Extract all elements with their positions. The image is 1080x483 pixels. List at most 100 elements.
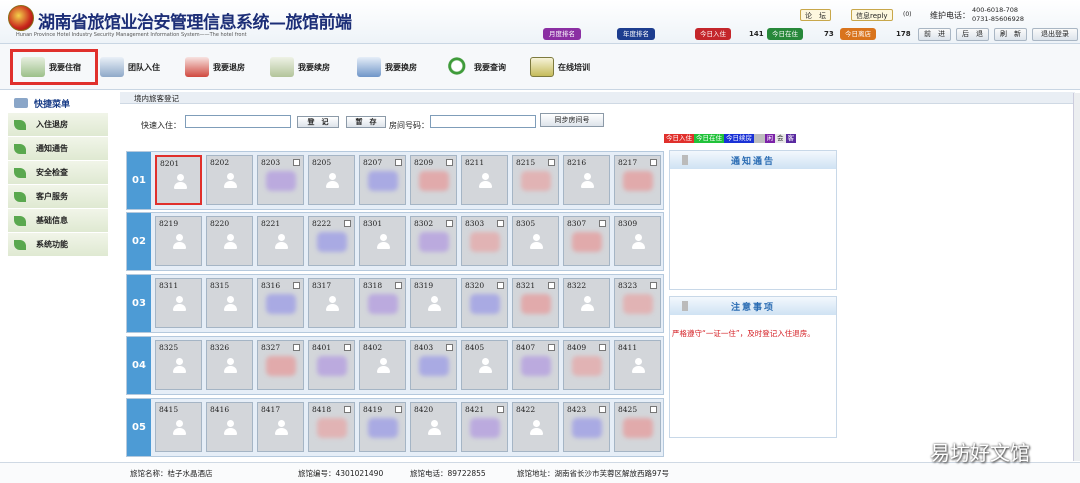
room-checkbox[interactable]: [293, 344, 300, 351]
room-cell[interactable]: 8215: [512, 155, 559, 205]
room-cell[interactable]: 8315: [206, 278, 253, 328]
room-cell[interactable]: 8203: [257, 155, 304, 205]
checkin-tool-button[interactable]: 我要住宿: [10, 49, 98, 85]
training-tool-button[interactable]: 在线培训: [530, 49, 590, 85]
room-cell[interactable]: 8411: [614, 340, 661, 390]
renew-tool-button[interactable]: 我要续房: [270, 49, 330, 85]
vertical-scrollbar[interactable]: [1073, 93, 1080, 461]
room-cell[interactable]: 8301: [359, 216, 406, 266]
room-cell[interactable]: 8417: [257, 402, 304, 452]
room-cell[interactable]: 8317: [308, 278, 355, 328]
room-checkbox[interactable]: [548, 282, 555, 289]
sidebar-item-notices[interactable]: 通知通告: [8, 137, 108, 161]
room-cell[interactable]: 8321: [512, 278, 559, 328]
room-cell[interactable]: 8419: [359, 402, 406, 452]
room-cell[interactable]: 8305: [512, 216, 559, 266]
room-cell[interactable]: 8322: [563, 278, 610, 328]
room-checkbox[interactable]: [650, 159, 657, 166]
group-checkin-tool-button[interactable]: 团队入住: [100, 49, 160, 85]
room-checkbox[interactable]: [344, 406, 351, 413]
room-cell[interactable]: 8205: [308, 155, 355, 205]
room-cell[interactable]: 8316: [257, 278, 304, 328]
room-checkbox[interactable]: [446, 344, 453, 351]
room-cell[interactable]: 8309: [614, 216, 661, 266]
room-checkbox[interactable]: [650, 406, 657, 413]
query-tool-button[interactable]: 我要查询: [446, 49, 506, 85]
room-cell[interactable]: 8216: [563, 155, 610, 205]
room-cell[interactable]: 8209: [410, 155, 457, 205]
room-checkbox[interactable]: [497, 220, 504, 227]
room-cell[interactable]: 8325: [155, 340, 202, 390]
forward-button[interactable]: 前 进: [918, 28, 951, 41]
room-checkbox[interactable]: [548, 344, 555, 351]
room-cell[interactable]: 8326: [206, 340, 253, 390]
quick-checkin-input[interactable]: [185, 115, 291, 128]
room-cell[interactable]: 8202: [206, 155, 253, 205]
room-checkbox[interactable]: [497, 282, 504, 289]
room-checkbox[interactable]: [395, 282, 402, 289]
room-cell[interactable]: 8307: [563, 216, 610, 266]
stage-button[interactable]: 暂 存: [346, 116, 386, 128]
forum-link[interactable]: 论 坛: [800, 9, 831, 21]
sidebar-item-security-check[interactable]: 安全检查: [8, 161, 108, 185]
room-checkbox[interactable]: [497, 406, 504, 413]
messages-link[interactable]: 信息reply: [851, 9, 893, 21]
today-staying-badge[interactable]: 今日在住: [767, 28, 803, 40]
room-cell[interactable]: 8220: [206, 216, 253, 266]
room-cell[interactable]: 8425: [614, 402, 661, 452]
room-checkbox[interactable]: [293, 282, 300, 289]
room-cell[interactable]: 8207: [359, 155, 406, 205]
logout-button[interactable]: 退出登录: [1032, 28, 1078, 41]
room-cell[interactable]: 8401: [308, 340, 355, 390]
year-rank-button[interactable]: 年度排名: [617, 28, 655, 40]
room-cell[interactable]: 8302: [410, 216, 457, 266]
room-cell[interactable]: 8418: [308, 402, 355, 452]
room-checkbox[interactable]: [446, 159, 453, 166]
today-checkout-badge[interactable]: 今日离店: [840, 28, 876, 40]
room-cell[interactable]: 8211: [461, 155, 508, 205]
room-cell[interactable]: 8221: [257, 216, 304, 266]
room-cell[interactable]: 8422: [512, 402, 559, 452]
room-cell[interactable]: 8201: [155, 155, 202, 205]
room-checkbox[interactable]: [650, 282, 657, 289]
room-cell[interactable]: 8318: [359, 278, 406, 328]
register-button[interactable]: 登 记: [297, 116, 339, 128]
room-cell[interactable]: 8407: [512, 340, 559, 390]
room-checkbox[interactable]: [344, 344, 351, 351]
sidebar-item-basic-info[interactable]: 基础信息: [8, 209, 108, 233]
room-cell[interactable]: 8217: [614, 155, 661, 205]
room-cell[interactable]: 8219: [155, 216, 202, 266]
room-cell[interactable]: 8323: [614, 278, 661, 328]
change-room-tool-button[interactable]: 我要换房: [357, 49, 417, 85]
today-checkin-badge[interactable]: 今日入住: [695, 28, 731, 40]
checkout-tool-button[interactable]: 我要退房: [185, 49, 245, 85]
room-checkbox[interactable]: [395, 159, 402, 166]
room-cell[interactable]: 8402: [359, 340, 406, 390]
room-checkbox[interactable]: [548, 159, 555, 166]
sync-room-button[interactable]: 同步房间号: [540, 113, 604, 127]
room-cell[interactable]: 8320: [461, 278, 508, 328]
room-cell[interactable]: 8303: [461, 216, 508, 266]
room-checkbox[interactable]: [344, 220, 351, 227]
refresh-button[interactable]: 刷 新: [994, 28, 1027, 41]
room-cell[interactable]: 8319: [410, 278, 457, 328]
sidebar-item-system[interactable]: 系统功能: [8, 233, 108, 257]
room-cell[interactable]: 8423: [563, 402, 610, 452]
room-checkbox[interactable]: [395, 406, 402, 413]
room-cell[interactable]: 8403: [410, 340, 457, 390]
room-number-input[interactable]: [430, 115, 536, 128]
room-cell[interactable]: 8405: [461, 340, 508, 390]
room-checkbox[interactable]: [293, 159, 300, 166]
room-checkbox[interactable]: [599, 220, 606, 227]
room-cell[interactable]: 8327: [257, 340, 304, 390]
room-cell[interactable]: 8416: [206, 402, 253, 452]
back-button[interactable]: 后 退: [956, 28, 989, 41]
room-cell[interactable]: 8415: [155, 402, 202, 452]
room-checkbox[interactable]: [599, 406, 606, 413]
month-rank-button[interactable]: 月度排名: [543, 28, 581, 40]
sidebar-item-checkin-checkout[interactable]: 入住退房: [8, 113, 108, 137]
room-cell[interactable]: 8421: [461, 402, 508, 452]
room-cell[interactable]: 8222: [308, 216, 355, 266]
room-cell[interactable]: 8420: [410, 402, 457, 452]
room-cell[interactable]: 8409: [563, 340, 610, 390]
